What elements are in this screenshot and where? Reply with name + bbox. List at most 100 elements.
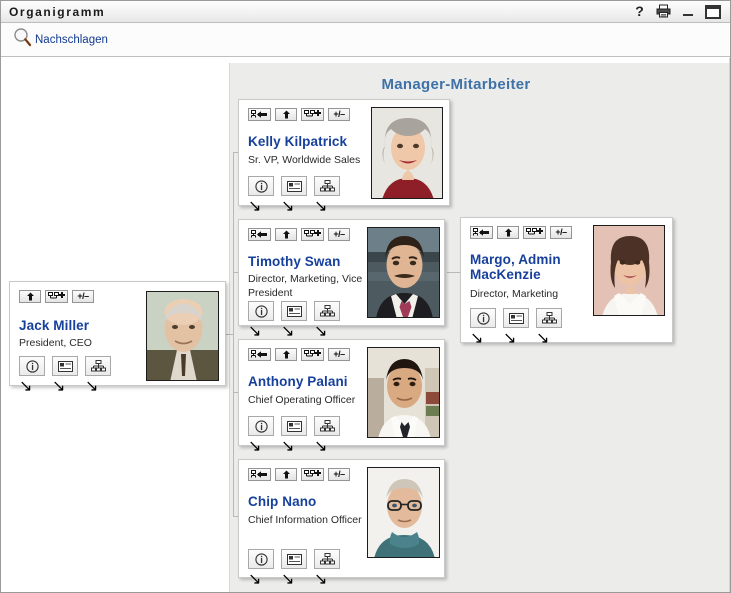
orgchart-dropdown-caret[interactable]: ↘	[536, 330, 549, 347]
expand-collapse-button[interactable]: +/–	[328, 228, 350, 241]
add-node-button[interactable]	[301, 108, 324, 121]
org-card-jack-miller[interactable]: +/– Jack Miller President, CEO ↘ ↘ ↘	[9, 281, 226, 395]
go-to-manager-button[interactable]	[470, 226, 493, 239]
info-button[interactable]	[248, 416, 274, 436]
card-top-buttons: +/–	[248, 348, 350, 361]
info-dropdown-caret[interactable]: ↘	[248, 198, 261, 215]
card-title: President, CEO	[19, 337, 92, 349]
expand-collapse-label: +/–	[555, 227, 567, 237]
details-dropdown-caret[interactable]: ↘	[503, 330, 516, 347]
lookup-button[interactable]: Nachschlagen	[13, 26, 108, 48]
card-top-buttons: +/–	[19, 290, 94, 303]
card-bottom-buttons: ↘ ↘ ↘	[248, 301, 340, 341]
org-chart-button[interactable]	[314, 416, 340, 436]
details-dropdown-caret[interactable]: ↘	[281, 571, 294, 588]
card-details-button[interactable]	[503, 308, 529, 328]
expand-collapse-button[interactable]: +/–	[72, 290, 94, 303]
card-name: Kelly Kilpatrick	[248, 134, 348, 149]
orgchart-dropdown-caret[interactable]: ↘	[85, 378, 98, 395]
card-bottom-buttons: ↘ ↘ ↘	[248, 549, 340, 589]
org-card-anthony-palani[interactable]: +/– Anthony Palani Chief Operating Offic…	[238, 339, 445, 455]
info-dropdown-caret[interactable]: ↘	[248, 571, 261, 588]
org-chart-button[interactable]	[314, 301, 340, 321]
window-controls: ?	[634, 4, 730, 19]
org-card-chip-nano[interactable]: +/– Chip Nano Chief Information Officer	[238, 459, 445, 588]
card-title: Chief Operating Officer	[248, 394, 356, 406]
expand-collapse-button[interactable]: +/–	[328, 108, 350, 121]
move-up-button[interactable]	[275, 108, 297, 121]
window-title: Organigramm	[9, 4, 106, 19]
move-up-button[interactable]	[19, 290, 41, 303]
move-up-button[interactable]	[275, 468, 297, 481]
toolbar: Nachschlagen	[1, 23, 730, 57]
add-node-button[interactable]	[523, 226, 546, 239]
org-chart-button[interactable]	[85, 356, 111, 376]
go-to-manager-button[interactable]	[248, 228, 271, 241]
expand-collapse-button[interactable]: +/–	[550, 226, 572, 239]
org-card-kelly-kilpatrick[interactable]: +/– Kelly Kilpatrick Sr. VP, Worldwide S…	[238, 99, 450, 215]
expand-collapse-label: +/–	[333, 109, 345, 119]
connector-branch-margo	[447, 272, 460, 273]
org-chart-canvas: Manager-Mitarbeiter +/– Jack Miller Pres…	[1, 58, 730, 592]
orgchart-dropdown-caret[interactable]: ↘	[314, 198, 327, 215]
details-dropdown-caret[interactable]: ↘	[281, 438, 294, 455]
orgchart-dropdown-caret[interactable]: ↘	[314, 571, 327, 588]
org-chart-button[interactable]	[536, 308, 562, 328]
card-name: Margo, Admin MacKenzie	[470, 252, 561, 282]
lookup-label: Nachschlagen	[35, 34, 108, 46]
go-to-manager-button[interactable]	[248, 468, 271, 481]
org-card-timothy-swan[interactable]: +/– Timothy Swan Director, Marketing, Vi…	[238, 219, 445, 340]
details-dropdown-caret[interactable]: ↘	[52, 378, 65, 395]
move-up-button[interactable]	[275, 228, 297, 241]
orgchart-dropdown-caret[interactable]: ↘	[314, 438, 327, 455]
move-up-button[interactable]	[275, 348, 297, 361]
print-icon[interactable]	[656, 4, 671, 19]
avatar	[146, 291, 219, 381]
card-details-button[interactable]	[281, 301, 307, 321]
avatar	[367, 227, 440, 318]
expand-collapse-label: +/–	[333, 469, 345, 479]
card-name: Chip Nano	[248, 494, 317, 509]
info-button[interactable]	[19, 356, 45, 376]
minimize-icon[interactable]	[682, 4, 694, 19]
info-dropdown-caret[interactable]: ↘	[248, 323, 261, 340]
panel-right-edge	[729, 58, 730, 592]
info-button[interactable]	[248, 301, 274, 321]
expand-collapse-label: +/–	[333, 229, 345, 239]
info-button[interactable]	[248, 549, 274, 569]
avatar	[367, 347, 440, 438]
expand-collapse-button[interactable]: +/–	[328, 348, 350, 361]
info-dropdown-caret[interactable]: ↘	[19, 378, 32, 395]
go-to-manager-button[interactable]	[248, 108, 271, 121]
details-dropdown-caret[interactable]: ↘	[281, 198, 294, 215]
card-bottom-buttons: ↘ ↘ ↘	[248, 416, 340, 456]
info-dropdown-caret[interactable]: ↘	[248, 438, 261, 455]
card-details-button[interactable]	[52, 356, 78, 376]
maximize-icon[interactable]	[705, 4, 721, 19]
info-dropdown-caret[interactable]: ↘	[470, 330, 483, 347]
window-title-bar: Organigramm ?	[1, 1, 730, 23]
add-node-button[interactable]	[301, 228, 324, 241]
add-node-button[interactable]	[301, 468, 324, 481]
add-node-button[interactable]	[301, 348, 324, 361]
info-button[interactable]	[248, 176, 274, 196]
expand-collapse-button[interactable]: +/–	[328, 468, 350, 481]
add-node-button[interactable]	[45, 290, 68, 303]
move-up-button[interactable]	[497, 226, 519, 239]
org-chart-button[interactable]	[314, 176, 340, 196]
card-top-buttons: +/–	[248, 228, 350, 241]
go-to-manager-button[interactable]	[248, 348, 271, 361]
panel-title: Manager-Mitarbeiter	[381, 76, 531, 93]
card-name: Jack Miller	[19, 318, 90, 333]
orgchart-dropdown-caret[interactable]: ↘	[314, 323, 327, 340]
card-name: Anthony Palani	[248, 374, 348, 389]
org-chart-button[interactable]	[314, 549, 340, 569]
card-details-button[interactable]	[281, 176, 307, 196]
details-dropdown-caret[interactable]: ↘	[281, 323, 294, 340]
card-details-button[interactable]	[281, 416, 307, 436]
expand-collapse-label: +/–	[333, 349, 345, 359]
card-details-button[interactable]	[281, 549, 307, 569]
info-button[interactable]	[470, 308, 496, 328]
org-card-margo-mackenzie[interactable]: +/– Margo, Admin MacKenzie Director, Mar…	[460, 217, 673, 347]
help-icon[interactable]: ?	[634, 4, 645, 19]
